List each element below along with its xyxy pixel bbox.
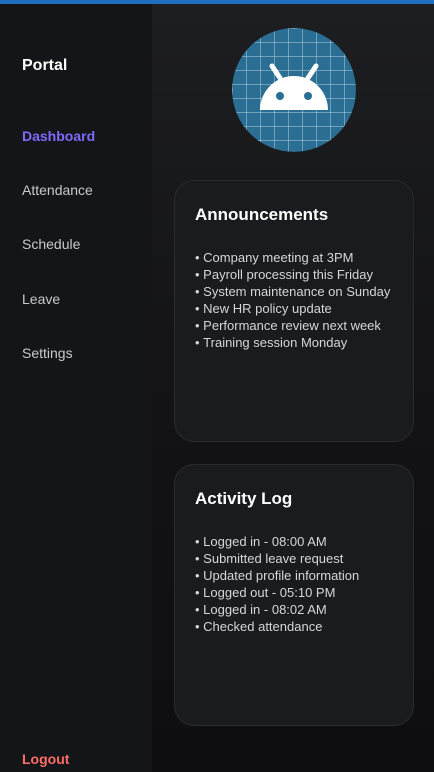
list-item: Payroll processing this Friday — [195, 266, 397, 283]
announcements-list: Company meeting at 3PM Payroll processin… — [195, 249, 397, 351]
logout-button[interactable]: Logout — [22, 751, 69, 767]
brand-title: Portal — [22, 57, 68, 74]
list-item: Training session Monday — [195, 334, 397, 351]
sidebar: Portal Dashboard Attendance Schedule Lea… — [0, 4, 152, 772]
announcements-title: Announcements — [195, 205, 329, 224]
list-item: Logged out - 05:10 PM — [195, 584, 397, 601]
list-item: New HR policy update — [195, 300, 397, 317]
main-content: Announcements Company meeting at 3PM Pay… — [152, 4, 434, 772]
list-item: Submitted leave request — [195, 550, 397, 567]
android-icon — [232, 28, 356, 152]
sidebar-item-dashboard[interactable]: Dashboard — [22, 128, 95, 144]
list-item: Company meeting at 3PM — [195, 249, 397, 266]
sidebar-item-schedule[interactable]: Schedule — [22, 236, 80, 252]
list-item: Performance review next week — [195, 317, 397, 334]
list-item: Logged in - 08:00 AM — [195, 533, 397, 550]
list-item: Checked attendance — [195, 618, 397, 635]
sidebar-item-settings[interactable]: Settings — [22, 345, 73, 361]
sidebar-item-attendance[interactable]: Attendance — [22, 182, 93, 198]
list-item: Updated profile information — [195, 567, 397, 584]
sidebar-item-leave[interactable]: Leave — [22, 291, 60, 307]
activity-log-card: Activity Log Logged in - 08:00 AM Submit… — [174, 464, 414, 726]
announcements-card: Announcements Company meeting at 3PM Pay… — [174, 180, 414, 442]
app-window: Portal Dashboard Attendance Schedule Lea… — [0, 0, 434, 772]
activity-log-title: Activity Log — [195, 489, 293, 508]
list-item: System maintenance on Sunday — [195, 283, 397, 300]
avatar[interactable] — [232, 28, 356, 152]
activity-log-list: Logged in - 08:00 AM Submitted leave req… — [195, 533, 397, 635]
list-item: Logged in - 08:02 AM — [195, 601, 397, 618]
